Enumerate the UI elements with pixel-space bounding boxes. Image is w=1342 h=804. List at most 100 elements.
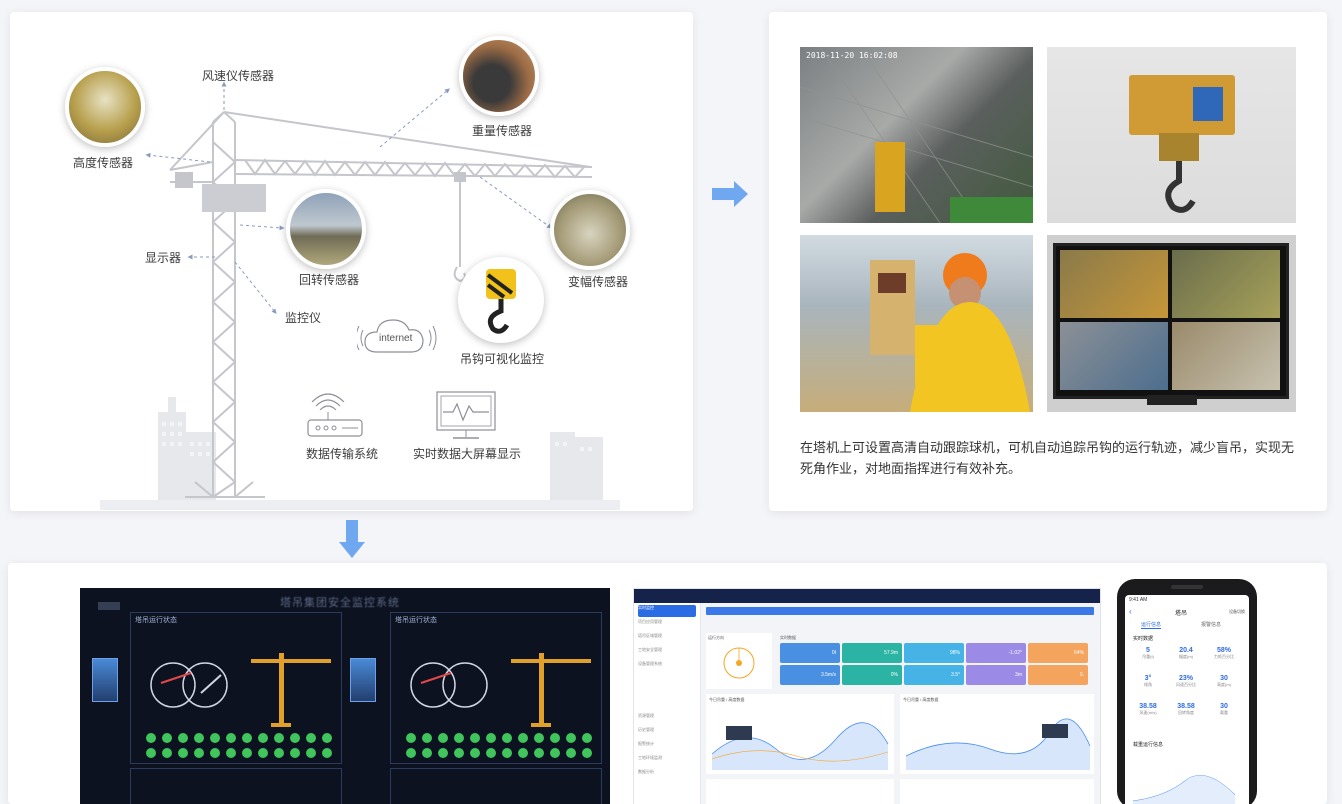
phone-stat-value: 20.4 (1179, 647, 1193, 654)
big-screen-icon (436, 391, 496, 439)
dashboard-menu-item[interactable]: 工地安全管理 (638, 647, 696, 659)
phone-stat-label: 载重 (1220, 710, 1228, 715)
weight-sensor-label: 重量传感器 (472, 124, 533, 138)
phone-section-realtime: 实时数据 (1133, 636, 1154, 642)
dashboard-sidebar: 实时监控 项目应用管理 塔吊区域管理 工地安全管理 设备管理系统 资源管理 历史… (634, 603, 701, 804)
mobile-app-phone: 9:41 AM ‹ 塔吊 设备切换 运行信息 报警信息 实时数据 5 吊重(t) 2… (1117, 579, 1257, 804)
monitor-label: 监控仪 (285, 311, 322, 325)
phone-stat-cell: 30 载重 (1205, 703, 1243, 716)
phone-stat-value: 30 (1220, 675, 1228, 682)
height-sensor-label: 高度传感器 (73, 156, 134, 170)
phone-stat-cell: 58% 力矩百分比 (1205, 647, 1243, 660)
right-arrow-icon (712, 181, 748, 207)
phone-stat-cell: 23% 风速百分比 (1167, 675, 1205, 688)
phone-section-load: 载重运行信息 (1133, 742, 1164, 748)
dashboard-metric-tile: 3.5° (904, 665, 964, 685)
phone-stat-value: 5 (1146, 647, 1150, 654)
router-icon (307, 393, 363, 437)
phone-stat-value: 58% (1216, 647, 1231, 654)
dashboard-metric-value: 64% (1073, 650, 1084, 656)
data-transfer-label: 数据传输系统 (306, 447, 379, 461)
camera-photos-panel: 2018-11-20 16:02:08 在塔机上可设置高清自动跟踪球机，可机自动… (769, 12, 1327, 511)
phone-stats-grid: 5 吊重(t) 20.4 幅度(m) 58% 力矩百分比 3° 倾角 23% 风速百分比 30 高度(… (1129, 647, 1245, 731)
dashboard-metric-value: 57.9m (884, 650, 898, 656)
phone-stat-cell: 30 高度(m) (1205, 675, 1243, 688)
phone-stat-label: 回转角度 (1178, 710, 1194, 715)
phone-back-icon[interactable]: ‹ (1129, 607, 1132, 616)
down-arrow-icon (339, 520, 365, 558)
phone-status-time: 9:41 AM (1129, 597, 1148, 603)
phone-stat-label: 力矩百分比 (1214, 654, 1234, 659)
camera-timestamp: 2018-11-20 16:02:08 (806, 51, 898, 60)
phone-stat-value: 38.58 (1139, 703, 1157, 710)
monitor-display-photo (1047, 235, 1296, 412)
luffing-sensor-label: 变幅传感器 (568, 275, 629, 289)
dashboard-section-realtime: 实时数据 (780, 635, 796, 640)
operator-cab-photo (800, 235, 1033, 412)
phone-stat-label: 高度(m) (1217, 682, 1231, 687)
phone-stat-label: 倾角 (1144, 682, 1152, 687)
rotation-sensor-photo (286, 189, 366, 269)
phone-stat-label: 幅度(m) (1179, 654, 1193, 659)
big-screen-label: 实时数据大屏幕显示 (413, 447, 522, 461)
hook-monitor-label: 吊钩可视化监控 (460, 352, 545, 366)
hook-photo (1047, 47, 1296, 223)
dashboard-metric-tile: 3.5m/s (780, 665, 840, 685)
phone-title: 塔吊 (1175, 611, 1188, 617)
phone-stat-cell: 3° 倾角 (1129, 675, 1167, 688)
dashboard-metric-tile: 0t (780, 643, 840, 663)
hook-camera-photo (458, 257, 544, 343)
phone-stat-cell: 38.58 回转角度 (1167, 703, 1205, 716)
phone-tab-alarm[interactable]: 报警信息 (1201, 621, 1221, 628)
monitoring-platforms-panel: 塔吊集团安全监控系统 塔吊运行状态 塔吊运行状态 实时监控 项目应用管理 塔吊区… (8, 563, 1327, 804)
operator-photo-left (92, 658, 118, 702)
phone-device-switch[interactable]: 设备切换 (1229, 609, 1245, 615)
crane-sensor-diagram-panel: 风速仪传感器 高度传感器 重量传感器 显示器 回转传感器 变幅传感器 监控仪 吊… (10, 12, 693, 511)
wind-sensor-label: 风速仪传感器 (202, 69, 275, 83)
phone-stat-label: 吊重(t) (1142, 654, 1154, 659)
phone-stat-value: 23% (1178, 675, 1193, 682)
dashboard-metric-value: 0. (1079, 672, 1084, 678)
dashboard-metric-tile: 57.9m (842, 643, 902, 663)
dashboard-metric-value: -1.02° (1008, 650, 1022, 656)
dashboard-menu-item[interactable]: 设备管理系统 (638, 661, 696, 673)
tower-camera-view-photo: 2018-11-20 16:02:08 (800, 47, 1033, 223)
phone-stat-cell: 5 吊重(t) (1129, 647, 1167, 660)
weight-sensor-photo (459, 36, 539, 116)
dashboard-metric-value: 0t (831, 650, 836, 656)
dashboard-menu-item[interactable]: 项目应用管理 (638, 619, 696, 631)
phone-stat-label: 风速百分比 (1176, 682, 1196, 687)
phone-stat-value: 30 (1220, 703, 1228, 710)
operator-photo-right (350, 658, 376, 702)
dashboard-menu-item[interactable]: 数据分析 (638, 769, 696, 781)
luffing-sensor-photo (550, 190, 630, 270)
web-dashboard-screenshot: 实时监控 项目应用管理 塔吊区域管理 工地安全管理 设备管理系统 资源管理 历史… (633, 588, 1101, 804)
dashboard-menu-item[interactable]: 实时监控 (638, 605, 696, 617)
dashboard-metric-tile: 0% (842, 665, 902, 685)
screen-title: 塔吊集团安全监控系统 (280, 597, 400, 609)
dashboard-menu-item[interactable]: 报警统计 (638, 741, 696, 753)
photos-caption: 在塔机上可设置高清自动跟踪球机，可机自动追踪吊钩的运行轨迹，减少盲吊，实现无死角… (800, 440, 1295, 476)
phone-stat-cell: 38.58 风速(m/s) (1129, 703, 1167, 716)
dashboard-metric-value: 98% (949, 650, 960, 656)
dashboard-metric-tile: 64% (1028, 643, 1088, 663)
dashboard-metric-value: 3.5° (951, 672, 960, 678)
phone-stat-cell: 20.4 幅度(m) (1167, 647, 1205, 660)
dashboard-metric-tile: 0. (1028, 665, 1088, 685)
dashboard-metric-tile: 98% (904, 643, 964, 663)
dashboard-metric-value: 3.5m/s (820, 672, 836, 678)
dashboard-metric-tiles: 0t 57.9m 98% -1.02° 64% 3.5m/s 0% 3.5° 3m 0. (780, 643, 1090, 687)
dashboard-menu-item[interactable]: 工地环境监测 (638, 755, 696, 767)
dashboard-metric-value: 3m (1015, 672, 1022, 678)
big-screen-dashboard-photo: 塔吊集团安全监控系统 塔吊运行状态 塔吊运行状态 (80, 588, 610, 804)
dashboard-metric-value: 0% (890, 672, 898, 678)
dashboard-metric-tile: -1.02° (966, 643, 1026, 663)
internet-label: internet (379, 333, 413, 344)
dashboard-menu-item[interactable]: 历史管理 (638, 727, 696, 739)
phone-stat-value: 38.58 (1177, 703, 1195, 710)
dashboard-menu-item[interactable]: 塔吊区域管理 (638, 633, 696, 645)
rotation-sensor-label: 回转传感器 (299, 273, 360, 287)
phone-stat-label: 风速(m/s) (1139, 710, 1157, 715)
phone-tab-running[interactable]: 运行信息 (1141, 621, 1162, 629)
dashboard-menu-item[interactable]: 资源管理 (638, 713, 696, 725)
